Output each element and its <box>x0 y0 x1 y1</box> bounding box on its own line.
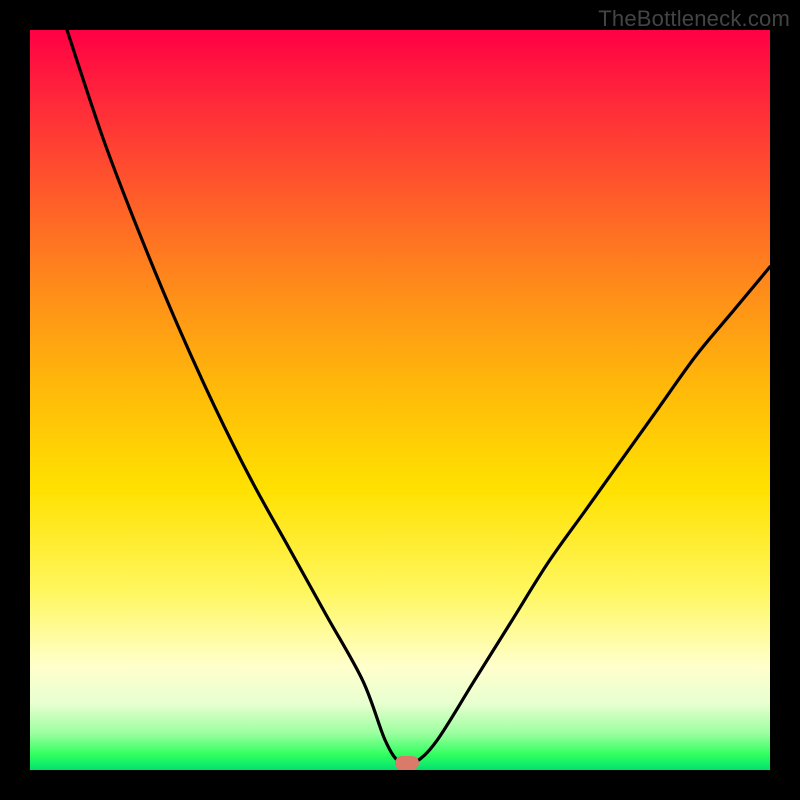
chart-frame: TheBottleneck.com <box>0 0 800 800</box>
bottleneck-curve <box>67 30 770 765</box>
watermark-text: TheBottleneck.com <box>598 6 790 32</box>
optimal-marker <box>395 756 419 770</box>
plot-area <box>30 30 770 770</box>
curve-svg <box>30 30 770 770</box>
